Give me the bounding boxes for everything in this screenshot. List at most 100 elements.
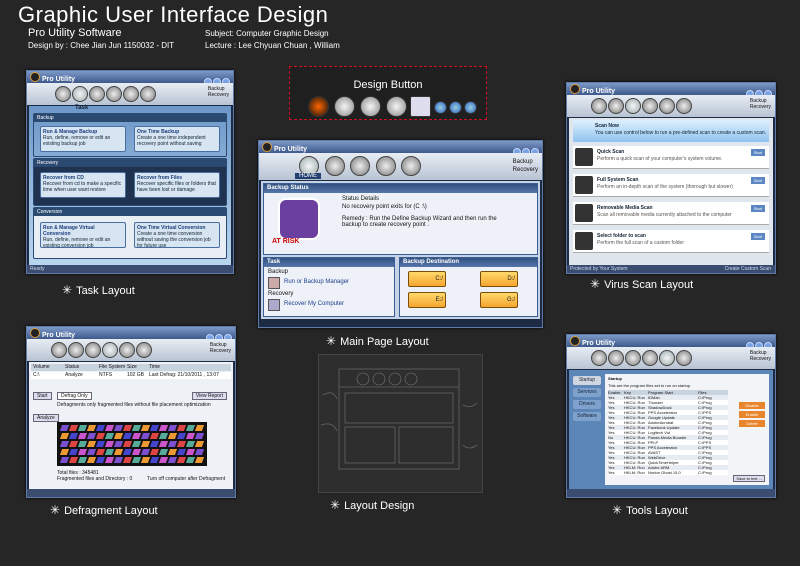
- task-card[interactable]: Recover from CD Recover from cd to make a…: [40, 172, 126, 198]
- start-button[interactable]: Start: [751, 177, 765, 184]
- caption-tools: Tools Layout: [612, 503, 688, 517]
- disk-block: [86, 457, 97, 463]
- task-card[interactable]: Run & Manage Backup Run, define, remove o…: [40, 126, 126, 152]
- backup-menu[interactable]: Backup Recovery: [513, 158, 538, 174]
- defrag-icon[interactable]: [375, 156, 396, 176]
- disk-block: [176, 425, 187, 431]
- disk-block: [149, 425, 160, 431]
- task-icon[interactable]: [324, 156, 345, 176]
- caption-main: Main Page Layout: [326, 334, 429, 348]
- save-to-text-button[interactable]: Save to text ...: [733, 475, 765, 482]
- disk-block: [59, 425, 70, 431]
- task-button-icon[interactable]: [360, 96, 381, 117]
- task-card[interactable]: One Time Backup Create a one time indepen…: [134, 126, 220, 152]
- backup-menu[interactable]: Backup Recovery: [750, 350, 771, 362]
- startup-actions: Disable Enable Delete: [739, 402, 765, 427]
- title-bar: Pro Utility: [27, 71, 233, 86]
- drive-button[interactable]: E:/: [408, 292, 446, 308]
- disk-block: [77, 425, 88, 431]
- conversion-section: Conversion Run & Manage Virtual Conversi…: [33, 207, 227, 259]
- task-card[interactable]: Recover from Files Recover specific files…: [134, 172, 220, 198]
- disk-block: [113, 457, 124, 463]
- disk-block: [104, 433, 115, 439]
- disk-block: [158, 433, 169, 439]
- tab-services[interactable]: Services: [573, 388, 601, 397]
- disk-block: [149, 457, 160, 463]
- tools-icon[interactable]: [123, 86, 140, 102]
- design-button-panel: Design Button: [289, 66, 487, 120]
- disk-block: [122, 457, 133, 463]
- backup-status-panel: Backup Status AT RISK Status Details No …: [263, 183, 538, 255]
- drive-button[interactable]: G:/: [480, 292, 518, 308]
- minimize-button-icon[interactable]: [434, 101, 447, 114]
- settings-icon[interactable]: [140, 86, 157, 102]
- virus-icon[interactable]: [350, 156, 371, 176]
- task-card[interactable]: One Time Virtual Conversion Create a one …: [134, 222, 220, 249]
- disk-block: [68, 433, 79, 439]
- tools-icon[interactable]: [401, 156, 422, 176]
- disk-block: [95, 441, 106, 447]
- run-backup-link[interactable]: Run or Backup Manager: [284, 279, 349, 285]
- drive-button[interactable]: D:/: [480, 271, 518, 287]
- home-icon[interactable]: [55, 86, 72, 102]
- table-row[interactable]: Yes HKLM: Run Norton Ghost 15.0 C:\Prog: [608, 470, 728, 475]
- backup-menu[interactable]: Backup Recovery: [208, 86, 229, 98]
- disk-block: [185, 425, 196, 431]
- disk-block: [68, 457, 79, 463]
- close-button-icon[interactable]: [464, 101, 477, 114]
- tab-drivers[interactable]: Drivers: [573, 400, 601, 409]
- disable-button[interactable]: Disable: [739, 402, 765, 409]
- analyze-button[interactable]: Analyze: [33, 414, 59, 422]
- app-logo: Pro Utility: [30, 72, 75, 83]
- create-custom-scan-button[interactable]: Create Custom Scan: [725, 265, 771, 273]
- start-button[interactable]: Start: [33, 392, 52, 400]
- tab-startup[interactable]: Startup: [573, 376, 601, 385]
- backup-menu[interactable]: Backup Recovery: [750, 98, 771, 110]
- defrag-body: Volume Status File System Size Time C:\ …: [29, 362, 233, 489]
- turn-off-checkbox[interactable]: Turn off computer after Defragment: [147, 476, 225, 482]
- backup-menu[interactable]: Backup Recovery: [210, 342, 231, 354]
- view-report-button[interactable]: View Report: [191, 392, 227, 400]
- maximize-button-icon[interactable]: [449, 101, 462, 114]
- backup-section: Backup Run & Manage Backup Run, define, r…: [33, 113, 227, 157]
- disk-block: [167, 449, 178, 455]
- startup-panel: Startup This are the program files set t…: [605, 374, 769, 485]
- design-button-title: Design Button: [353, 79, 423, 91]
- disk-block: [194, 441, 205, 447]
- start-button[interactable]: Start: [751, 233, 765, 240]
- start-button[interactable]: Start: [751, 149, 765, 156]
- drive-button[interactable]: C:/: [408, 271, 446, 287]
- tab-task[interactable]: Task: [75, 105, 88, 111]
- disk-block: [95, 449, 106, 455]
- tab-software[interactable]: Software: [573, 412, 601, 421]
- tab-home[interactable]: HOME: [295, 173, 321, 179]
- logo-button-icon[interactable]: [308, 96, 329, 117]
- disk-block: [68, 449, 79, 455]
- home-button-icon[interactable]: [334, 96, 355, 117]
- disk-block: [167, 441, 178, 447]
- table-row[interactable]: C:\ Analyze NTFS 102 GB Last Defrag: 21/…: [31, 372, 231, 379]
- enable-button[interactable]: Enable: [739, 411, 765, 418]
- disk-block: [122, 433, 133, 439]
- panel-header: Backup Status: [264, 184, 537, 193]
- delete-button[interactable]: Delete: [739, 420, 765, 427]
- disk-block: [95, 425, 106, 431]
- puzzle-button-icon[interactable]: [386, 96, 407, 117]
- document-button-icon[interactable]: [410, 96, 431, 117]
- app-logo: Pro Utility: [570, 336, 615, 347]
- disk-block: [149, 449, 160, 455]
- defrag-icon[interactable]: [106, 86, 123, 102]
- recover-link[interactable]: Recover My Computer: [284, 301, 344, 307]
- task-icon[interactable]: [72, 86, 89, 102]
- remedy-text: Remedy : Run the Define Backup Wizard an…: [342, 216, 497, 228]
- designer-credit: Design by : Chee Jian Jun 1150032 - DIT: [28, 41, 175, 50]
- disk-block: [104, 457, 115, 463]
- main-window: Pro Utility Backup Recovery HOME Backup S…: [258, 140, 543, 328]
- virus-icon[interactable]: [89, 86, 106, 102]
- task-card[interactable]: Run & Manage Virtual Conversion Run, defi…: [40, 222, 126, 249]
- toolbar: Backup Recovery: [567, 95, 775, 117]
- start-button[interactable]: Start: [751, 205, 765, 212]
- disk-block: [131, 425, 142, 431]
- disk-block: [140, 425, 151, 431]
- mode-select[interactable]: Defrag Only: [57, 392, 92, 400]
